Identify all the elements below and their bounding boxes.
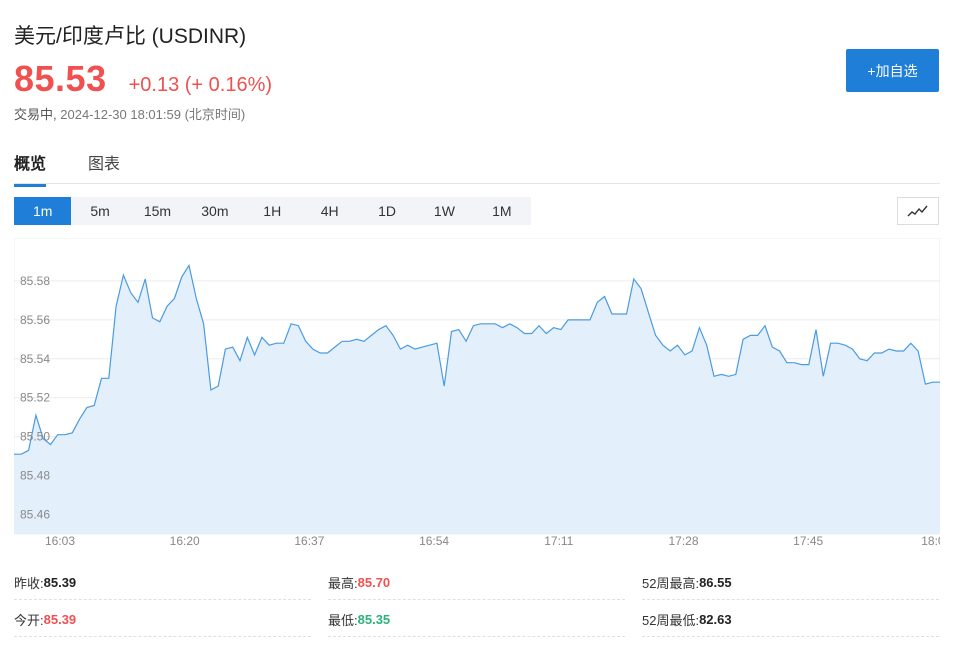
- main-tabs: 概览 图表: [14, 150, 162, 187]
- price-change: +0.13 (+ 0.16%): [128, 74, 273, 96]
- y-tick-label: 85.52: [20, 391, 50, 405]
- x-tick-label: 16:54: [419, 534, 449, 548]
- y-tick-label: 85.50: [20, 430, 50, 444]
- x-tick-label: 18:0: [921, 534, 940, 548]
- period-1w[interactable]: 1W: [416, 197, 473, 225]
- period-1d[interactable]: 1D: [358, 197, 415, 225]
- period-selector: 1m 5m 15m 30m 1H 4H 1D 1W 1M: [14, 197, 531, 225]
- y-tick-label: 85.58: [20, 274, 50, 288]
- page-title: 美元/印度卢比 (USDINR): [14, 25, 247, 48]
- period-30m[interactable]: 30m: [186, 197, 243, 225]
- x-axis-ticks: 16:03 16:20 16:37 16:54 17:11 17:28 17:45 18:0: [45, 534, 940, 548]
- tab-chart[interactable]: 图表: [88, 150, 120, 187]
- x-tick-label: 17:28: [668, 534, 698, 548]
- x-tick-label: 17:45: [793, 534, 823, 548]
- stat-prev-close: 昨收: 85.39: [14, 565, 311, 600]
- period-4h[interactable]: 4H: [301, 197, 358, 225]
- stat-52w-high: 52周最高: 86.55: [642, 565, 939, 600]
- price-row: 85.53 +0.13 (+ 0.16%): [14, 58, 272, 100]
- period-15m[interactable]: 15m: [129, 197, 186, 225]
- period-1m[interactable]: 1m: [14, 197, 72, 225]
- stat-52w-low: 52周最低: 82.63: [642, 602, 939, 637]
- tab-overview[interactable]: 概览: [14, 150, 47, 187]
- y-tick-label: 85.48: [20, 469, 50, 483]
- period-1h[interactable]: 1H: [244, 197, 301, 225]
- chart-type-button[interactable]: [897, 197, 939, 225]
- y-tick-label: 85.54: [20, 352, 50, 366]
- trading-status: 交易中, 2024-12-30 18:01:59 (北京时间): [14, 104, 245, 123]
- x-tick-label: 16:20: [170, 534, 200, 548]
- x-tick-label: 17:11: [544, 534, 573, 548]
- status-label: 交易中,: [14, 107, 57, 122]
- line-chart-icon: [907, 205, 928, 217]
- y-tick-label: 85.46: [20, 508, 50, 522]
- y-tick-label: 85.56: [20, 313, 50, 327]
- status-timestamp: 2024-12-30 18:01:59 (北京时间): [60, 107, 246, 122]
- current-price: 85.53: [14, 58, 107, 99]
- stat-open: 今开: 85.39: [14, 602, 311, 637]
- price-chart: 85.58 85.56 85.54 85.52 85.50 85.48 85.46 16:0…: [14, 238, 940, 548]
- add-to-watchlist-button[interactable]: +加自选: [846, 49, 939, 92]
- x-tick-label: 16:03: [45, 534, 75, 548]
- tabs-divider: [14, 183, 940, 184]
- stat-high: 最高: 85.70: [328, 565, 625, 600]
- period-5m[interactable]: 5m: [71, 197, 128, 225]
- stat-low: 最低: 85.35: [328, 602, 625, 637]
- x-tick-label: 16:37: [294, 534, 324, 548]
- period-1mo[interactable]: 1M: [473, 197, 530, 225]
